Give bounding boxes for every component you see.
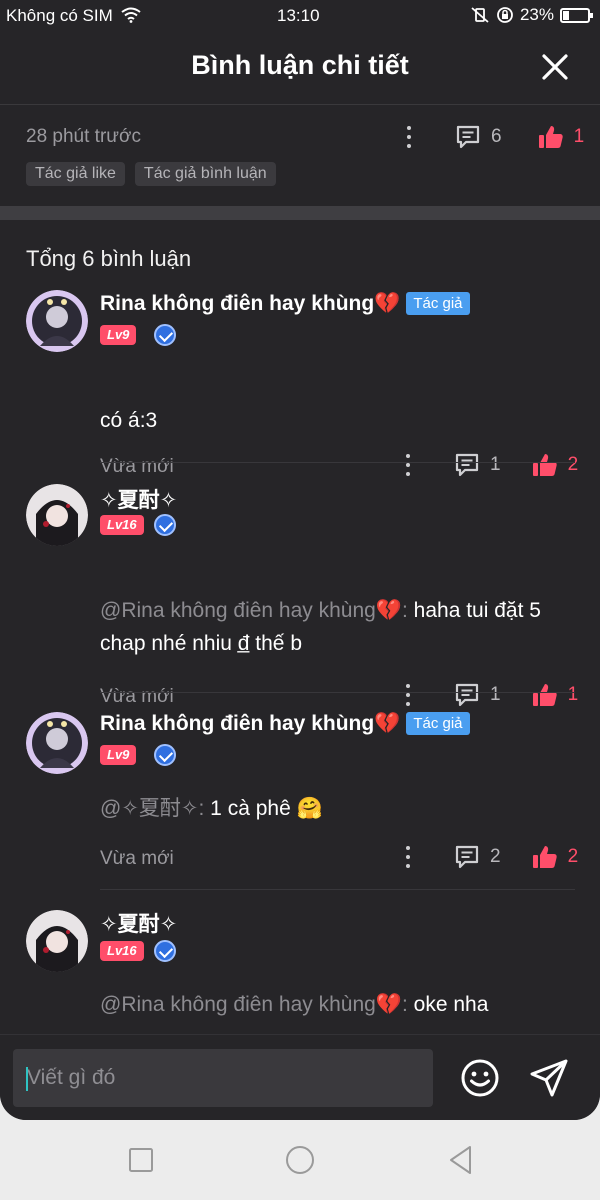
comment-divider — [100, 889, 575, 890]
comment-time: Vừa mới — [100, 848, 174, 869]
like-icon[interactable] — [538, 124, 564, 150]
more-icon[interactable] — [401, 125, 417, 149]
comment-text: @Rina không điên hay khùng💔: oke nha — [100, 988, 570, 1021]
author-badge: Tác giả — [406, 712, 470, 735]
list-item: Rina không điên hay khùng💔 Tác giả Lv9 @✧… — [0, 702, 600, 882]
comment-composer — [0, 1034, 600, 1120]
comment-text: có á:3 — [100, 404, 570, 437]
comment-icon[interactable] — [455, 124, 481, 150]
comment-body: oke nha — [407, 993, 489, 1016]
comment-count: 6 — [491, 126, 502, 147]
post-time: 28 phút trước — [26, 126, 141, 147]
comment-text: @✧夏酎✧: 1 cà phê 🤗 — [100, 792, 570, 825]
comment-text: @Rina không điên hay khùng💔: haha tui đặ… — [100, 594, 570, 660]
section-separator — [0, 206, 600, 220]
tag-author-like: Tác giả like — [26, 162, 125, 186]
system-nav-bar — [0, 1120, 600, 1200]
mention[interactable]: @✧夏酎✧: — [100, 797, 204, 820]
carrier-label: Không có SIM — [6, 6, 113, 25]
comment-divider — [100, 692, 575, 693]
comment-author-name[interactable]: Rina không điên hay khùng💔 — [100, 712, 400, 735]
comment-divider — [100, 462, 575, 463]
comment-author-name[interactable]: ✧夏酎✧ — [100, 484, 177, 514]
comment-author-name[interactable]: ✧夏酎✧ — [100, 908, 177, 938]
avatar[interactable] — [26, 712, 88, 774]
comment-body: có á:3 — [100, 409, 158, 432]
level-badge: Lv16 — [100, 941, 144, 961]
text-caret — [26, 1067, 28, 1091]
reply-count: 2 — [490, 846, 501, 867]
send-icon[interactable] — [528, 1057, 570, 1099]
like-count: 1 — [573, 126, 585, 147]
like-count: 2 — [567, 846, 579, 867]
level-badge: Lv9 — [100, 325, 137, 345]
verified-icon — [154, 744, 176, 766]
verified-icon — [154, 940, 176, 962]
like-icon[interactable] — [532, 844, 558, 870]
tag-author-comment: Tác giả bình luận — [134, 162, 276, 186]
level-badge: Lv9 — [100, 745, 137, 765]
nav-back-icon[interactable] — [443, 1142, 479, 1178]
comment-input[interactable] — [13, 1049, 433, 1107]
total-comments-label: Tổng 6 bình luận — [26, 246, 192, 271]
battery-percent: 23% — [519, 5, 554, 24]
close-icon[interactable] — [540, 52, 570, 82]
list-item: ✧夏酎✧ Lv16 @Rina không điên hay khùng💔: h… — [0, 474, 600, 707]
nav-home-icon[interactable] — [282, 1142, 318, 1178]
rotation-lock-icon — [497, 7, 513, 23]
clock: 13:10 — [277, 6, 320, 25]
status-bar: Không có SIM 13:10 23% — [0, 0, 600, 34]
emoji-icon[interactable] — [459, 1057, 501, 1099]
like-count: 2 — [567, 454, 579, 475]
comment-sheet: Bình luận chi tiết 28 phút trước 6 1 Tác… — [0, 34, 600, 1120]
header-divider — [0, 104, 600, 105]
comment-author-name[interactable]: Rina không điên hay khùng💔 — [100, 292, 400, 315]
mention[interactable]: @Rina không điên hay khùng💔: — [100, 993, 408, 1016]
more-icon[interactable] — [400, 845, 416, 869]
comment-body: 1 cà phê 🤗 — [204, 797, 323, 820]
verified-icon — [154, 324, 176, 346]
avatar[interactable] — [26, 910, 88, 972]
wifi-icon — [120, 7, 141, 23]
author-badge: Tác giả — [406, 292, 470, 315]
list-item: ✧夏酎✧ Lv16 @Rina không điên hay khùng💔: o… — [0, 900, 600, 1040]
level-badge: Lv16 — [100, 515, 144, 535]
page-title: Bình luận chi tiết — [191, 50, 409, 80]
header: Bình luận chi tiết — [0, 34, 600, 104]
avatar[interactable] — [26, 484, 88, 546]
post-meta: 28 phút trước 6 1 — [26, 124, 584, 154]
nav-recent-icon[interactable] — [123, 1142, 159, 1178]
mention[interactable]: @Rina không điên hay khùng💔: — [100, 599, 408, 622]
reply-count: 1 — [490, 454, 501, 475]
avatar[interactable] — [26, 290, 88, 352]
verified-icon — [154, 514, 176, 536]
post-tags: Tác giả like Tác giả bình luận — [26, 162, 276, 186]
vibrate-off-icon — [471, 7, 489, 23]
comment-icon[interactable] — [454, 844, 480, 870]
list-item: Rina không điên hay khùng💔 Tác giả Lv9 có… — [0, 284, 600, 477]
battery-icon — [560, 7, 593, 23]
